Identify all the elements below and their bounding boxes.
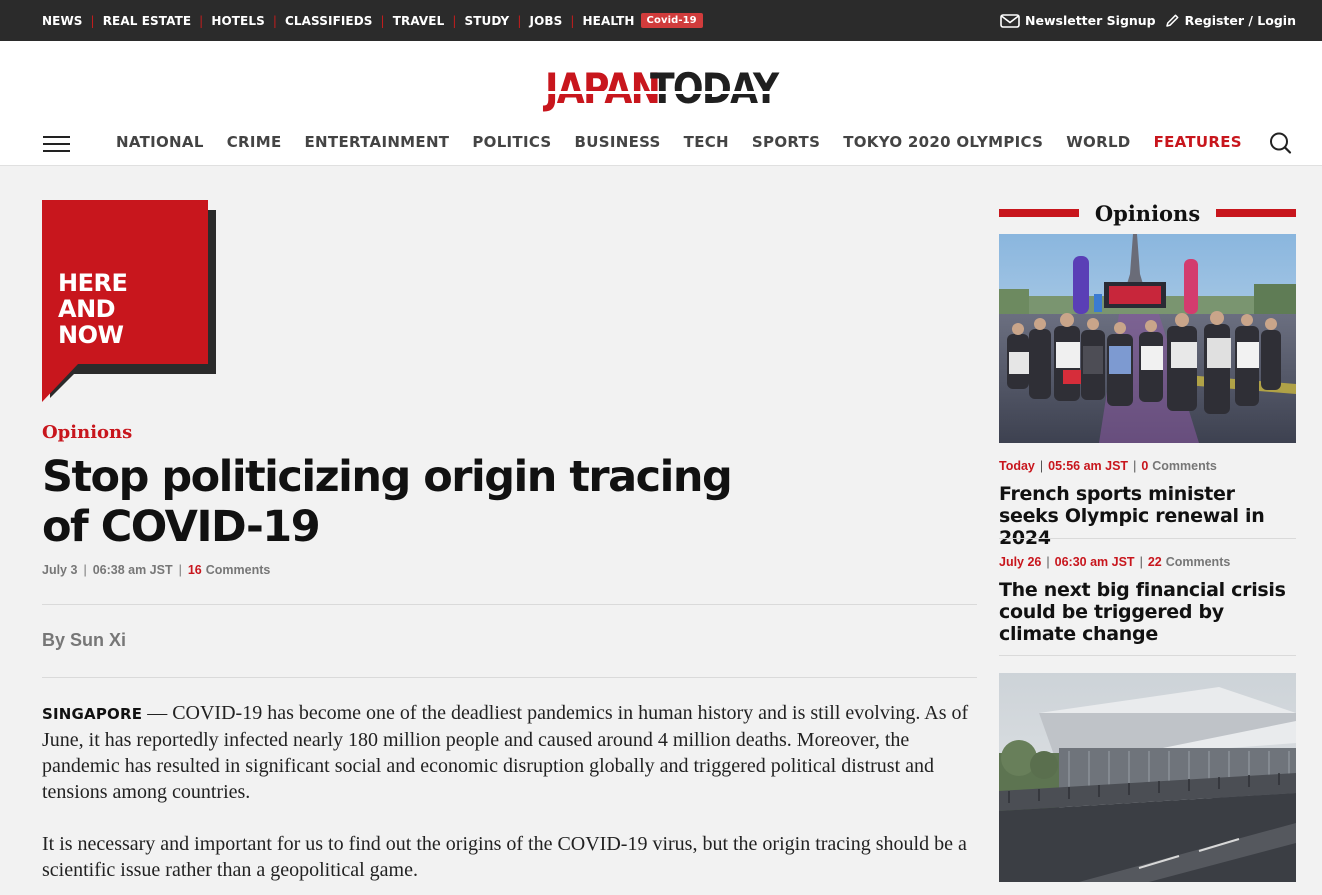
nav-item-entertainment[interactable]: ENTERTAINMENT	[305, 133, 450, 151]
register-login-link[interactable]: Register / Login	[1164, 13, 1296, 29]
sidebar-story-2-comments-label: Comments	[1165, 555, 1231, 569]
article-date: July 3	[42, 563, 78, 577]
sidebar-story-3-image[interactable]	[999, 673, 1296, 882]
separator: |	[380, 13, 385, 28]
sidebar-story-1-date: Today	[999, 459, 1035, 473]
divider	[999, 655, 1296, 656]
article-meta: July 3 | 06:38 am JST | 16 Comments	[42, 563, 271, 577]
hamburger-menu-icon[interactable]	[43, 136, 70, 152]
sidebar-story-1-comment-count: 0	[1141, 459, 1149, 473]
nav-item-national[interactable]: NATIONAL	[116, 133, 204, 151]
divider	[999, 538, 1296, 539]
sidebar-story-1-image[interactable]	[999, 234, 1296, 443]
nav-item-business[interactable]: BUSINESS	[575, 133, 661, 151]
sidebar-story-1-meta: Today | 05:56 am JST | 0 Comments	[999, 459, 1217, 473]
newsletter-signup-link[interactable]: Newsletter Signup	[1000, 13, 1156, 28]
sidebar-story-1-time: 05:56 am JST	[1048, 459, 1129, 473]
article-title-line-2: of COVID-19	[42, 502, 321, 552]
sidebar-section-title[interactable]: Opinions	[1079, 201, 1216, 226]
sidebar-story-2-date: July 26	[999, 555, 1042, 569]
sidebar-story-1-comments-link[interactable]: 0 Comments	[1141, 459, 1217, 473]
utility-link-real-estate[interactable]: REAL ESTATE	[103, 14, 191, 28]
separator: |	[272, 13, 278, 28]
article-dateline: SINGAPORE	[42, 705, 143, 723]
utility-link-study[interactable]: STUDY	[464, 14, 509, 28]
badge-line-1: HERE	[58, 269, 128, 297]
nav-item-politics[interactable]: POLITICS	[472, 133, 551, 151]
sidebar-story-2-title[interactable]: The next big financial crisis could be t…	[999, 579, 1296, 645]
sidebar-story-2-comment-count: 22	[1147, 555, 1162, 569]
sidebar-story-1-comments-label: Comments	[1152, 459, 1217, 473]
separator: |	[517, 13, 522, 28]
nav-item-tokyo-2020[interactable]: TOKYO 2020 OLYMPICS	[843, 133, 1043, 151]
article-comments-link[interactable]: 16 Comments	[188, 563, 271, 577]
article-comment-count: 16	[187, 563, 202, 577]
divider	[42, 604, 977, 605]
utility-link-health[interactable]: HEALTH	[583, 14, 635, 28]
article-title: Stop politicizing origin tracing of COVI…	[42, 452, 742, 552]
utility-link-travel[interactable]: TRAVEL	[393, 14, 445, 28]
utility-bar: NEWS | REAL ESTATE | HOTELS | CLASSIFIED…	[0, 0, 1322, 41]
logo-today: TODAY	[649, 64, 779, 113]
nav-item-crime[interactable]: CRIME	[227, 133, 282, 151]
separator: |	[452, 13, 457, 28]
badge-line-3: NOW	[58, 321, 124, 349]
envelope-icon	[1000, 13, 1020, 28]
nav-item-world[interactable]: WORLD	[1066, 133, 1130, 151]
nav-item-sports[interactable]: SPORTS	[752, 133, 820, 151]
utility-links: NEWS | REAL ESTATE | HOTELS | CLASSIFIED…	[42, 13, 703, 28]
article-byline: By Sun Xi	[42, 630, 127, 650]
sidebar-story-1-title[interactable]: French sports minister seeks Olympic ren…	[999, 483, 1296, 549]
utility-link-classifieds[interactable]: CLASSIFIEDS	[285, 14, 373, 28]
nav-item-tech[interactable]: TECH	[684, 133, 729, 151]
sidebar-story-2-time: 06:30 am JST	[1054, 555, 1135, 569]
sidebar-section-header: Opinions	[999, 198, 1296, 228]
site-header: JAPAN TODAY NATIONAL CRIME ENTERTAINMENT…	[0, 41, 1322, 166]
article-paragraph: It is necessary and important for us to …	[42, 833, 967, 881]
covid-badge[interactable]: Covid-19	[640, 13, 703, 28]
article-time: 06:38 am JST	[92, 563, 173, 577]
here-and-now-badge: HERE AND NOW	[42, 200, 216, 402]
search-icon[interactable]	[1268, 131, 1292, 155]
main-nav: NATIONAL CRIME ENTERTAINMENT POLITICS BU…	[116, 133, 1242, 151]
separator: |	[570, 13, 575, 28]
divider	[42, 677, 977, 678]
article-paragraph-1-text: — COVID-19 has become one of the deadlie…	[42, 702, 969, 803]
separator: |	[90, 13, 95, 28]
utility-link-news[interactable]: NEWS	[42, 14, 83, 28]
newsletter-label: Newsletter Signup	[1025, 13, 1156, 28]
article-comments-label: Comments	[205, 563, 271, 577]
badge-line-2: AND	[58, 295, 116, 323]
utility-link-hotels[interactable]: HOTELS	[211, 14, 265, 28]
utility-link-jobs[interactable]: JOBS	[530, 14, 563, 28]
separator: |	[199, 13, 204, 28]
article-title-line-1: Stop politicizing origin tracing	[42, 452, 733, 502]
pencil-icon	[1165, 14, 1179, 27]
login-label: Register / Login	[1184, 13, 1296, 28]
sidebar-story-2-meta: July 26 | 06:30 am JST | 22 Comments	[999, 555, 1231, 569]
nav-item-features[interactable]: FEATURES	[1154, 133, 1242, 151]
logo-japan: JAPAN	[545, 64, 661, 113]
account-links: Newsletter Signup Register / Login	[1000, 13, 1296, 29]
article-category[interactable]: Opinions	[42, 422, 132, 443]
logo-stripe	[547, 91, 787, 94]
article-paragraph: SINGAPORE — COVID-19 has become one of t…	[42, 700, 977, 805]
article-body: SINGAPORE — COVID-19 has become one of t…	[42, 700, 977, 895]
site-logo[interactable]: JAPAN TODAY	[545, 63, 790, 121]
sidebar-story-2-comments-link[interactable]: 22 Comments	[1148, 555, 1231, 569]
